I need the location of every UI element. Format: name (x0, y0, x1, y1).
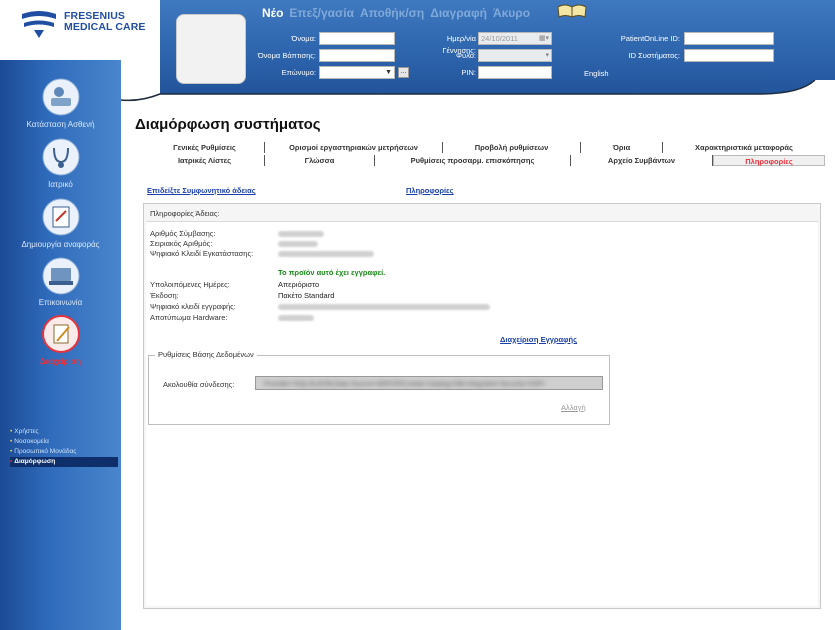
dob-value: 24/10/2011 (481, 34, 518, 43)
database-settings-group: Ρυθμίσεις Βάσης Δεδομένων Ακολουθία σύνδ… (148, 350, 610, 425)
connection-string-field: Provider=SQLOLEDB;Data Source=SERVER;Ini… (255, 376, 603, 390)
hardware-fingerprint-label: Αποτύπωμα Hardware: (150, 313, 228, 322)
install-key-label: Ψηφιακό Κλειδί Εγκατάστασης: (150, 249, 254, 258)
name-label: Όνομα: (291, 34, 316, 43)
tab-information[interactable]: Πληροφορίες (713, 155, 825, 166)
submenu-item-users[interactable]: • Χρήστες (10, 427, 118, 437)
tab-limits[interactable]: Όρια (581, 142, 663, 153)
tab-event-log[interactable]: Αρχείο Συμβάντων (571, 155, 713, 166)
tab-general-settings[interactable]: Γενικές Ρυθμίσεις (145, 142, 265, 153)
sidebar-item-medical[interactable]: Ιατρικό (0, 180, 121, 189)
administration-icon[interactable] (42, 315, 80, 353)
calendar-icon[interactable]: ▦▾ (539, 33, 549, 44)
submenu-item-unit-staff[interactable]: • Προσωπικό Μονάδας (10, 447, 118, 457)
tab-custom-view-settings[interactable]: Ρυθμίσεις προσαρμ. επισκόπησης (375, 155, 571, 166)
contract-number-label: Αριθμός Σύμβασης: (150, 229, 216, 238)
brand-name: FRESENIUS MEDICAL CARE (64, 11, 146, 33)
submenu-label: Προσωπικό Μονάδας (14, 448, 77, 455)
dropdown-arrow-icon: ▼ (385, 69, 392, 76)
cancel-button[interactable]: Άκυρο (493, 6, 530, 22)
sidebar-item-administration[interactable]: Διαχείριση (0, 357, 121, 366)
pin-field[interactable] (478, 66, 552, 79)
bullet-icon: • (10, 448, 13, 455)
sidebar-item-patient-status[interactable]: Κατάσταση Ασθενή (0, 120, 121, 129)
bullet-icon: • (10, 438, 13, 445)
license-panel-body: Αριθμός Σύμβασης: Σειριακός Αριθμός: Ψηφ… (146, 221, 818, 606)
registration-key-value (278, 304, 490, 310)
submenu-item-hospitals[interactable]: • Νοσοκομεία (10, 437, 118, 447)
submenu-label: Διαμόρφωση (14, 458, 56, 465)
serial-number-label: Σειριακός Αριθμός: (150, 239, 213, 248)
change-connection-link[interactable]: Αλλαγή (561, 403, 586, 412)
sex-label: Φύλο: (456, 51, 476, 60)
create-report-icon[interactable] (42, 198, 80, 236)
tab-language[interactable]: Γλώσσα (265, 155, 375, 166)
dob-label: Ημερ/νία Γέννησης: (442, 34, 476, 55)
license-agreement-link[interactable]: Επιδείξτε Συμφωνητικό άδειας (147, 186, 256, 195)
registered-message: Το προϊόν αυτό έχει εγγραφεί. (278, 268, 386, 277)
baptism-name-field[interactable] (319, 49, 395, 62)
surname-select[interactable]: ▼ (319, 66, 395, 79)
system-id-label: ID Συστήματος: (628, 51, 680, 60)
header-curve (119, 80, 835, 140)
license-panel: Πληροφορίες Άδειας: Αριθμός Σύμβασης: Σε… (143, 203, 821, 609)
install-key-value (278, 251, 374, 257)
submenu-label: Χρήστες (14, 428, 39, 435)
sidebar: Κατάσταση Ασθενή Ιατρικό Δημιουργία αναφ… (0, 60, 121, 630)
license-panel-title: Πληροφορίες Άδειας: (150, 209, 220, 218)
edition-label: Έκδοση: (150, 291, 179, 300)
surname-more-button[interactable]: ... (398, 67, 409, 78)
submenu-item-configuration[interactable]: • Διαμόρφωση (10, 457, 118, 467)
edit-button[interactable]: Επεξ/γασία (289, 6, 354, 22)
admin-submenu: • Χρήστες • Νοσοκομεία • Προσωπικό Μονάδας … (10, 427, 118, 467)
patient-photo[interactable] (176, 14, 246, 84)
name-field[interactable] (319, 32, 395, 45)
brand-line-2: MEDICAL CARE (64, 21, 146, 33)
medical-icon[interactable] (42, 138, 80, 176)
tab-medical-lists[interactable]: Ιατρικές Λίστες (145, 155, 265, 166)
language-label[interactable]: English (584, 69, 609, 78)
pin-label: PIN: (461, 68, 476, 77)
surname-label: Επώνυμο: (281, 68, 316, 77)
patient-online-id-label: PatientOnLine ID: (620, 34, 680, 43)
dropdown-arrow-icon: ▾ (545, 52, 549, 59)
delete-button[interactable]: Διαγραφή (430, 6, 487, 22)
patient-online-id-field[interactable] (684, 32, 774, 45)
bullet-icon: • (10, 428, 13, 435)
sidebar-item-create-report[interactable]: Δημιουργία αναφοράς (0, 240, 121, 249)
tab-row-2: Ιατρικές Λίστες Γλώσσα Ρυθμίσεις προσαρμ… (145, 155, 825, 166)
baptism-name-label: Όνομα Βάπτισης: (257, 51, 316, 60)
fresenius-logo-icon (22, 11, 56, 38)
database-settings-legend: Ρυθμίσεις Βάσης Δεδομένων (155, 350, 257, 359)
new-button[interactable]: Νέο (262, 6, 283, 22)
connection-string-label: Ακολουθία σύνδεσης: (163, 380, 235, 389)
sidebar-item-communication[interactable]: Επικοινωνία (0, 298, 121, 307)
edition-value: Πακέτο Standard (278, 291, 335, 300)
manage-registration-link[interactable]: Διαχείριση Εγγραφής (500, 335, 577, 344)
sex-select[interactable]: ▾ (478, 49, 552, 62)
remaining-days-label: Υπολοιπόμενες Ημέρες: (150, 280, 230, 289)
tab-lab-measurements[interactable]: Ορισμοί εργαστηριακών μετρήσεων (265, 142, 443, 153)
bullet-icon: • (10, 458, 13, 465)
tab-row-1: Γενικές Ρυθμίσεις Ορισμοί εργαστηριακών … (145, 142, 825, 153)
connection-string-value: Provider=SQLOLEDB;Data Source=SERVER;Ini… (264, 381, 545, 388)
submenu-label: Νοσοκομεία (14, 438, 49, 445)
dob-field[interactable]: 24/10/2011 ▦▾ (478, 32, 552, 45)
hardware-fingerprint-value (278, 315, 314, 321)
contract-number-value (278, 231, 324, 237)
save-button[interactable]: Αποθήκ/ση (360, 6, 424, 22)
serial-number-value (278, 241, 318, 247)
registration-key-label: Ψηφιακό κλειδί εγγραφής: (150, 302, 236, 311)
top-menu: Νέο Επεξ/γασία Αποθήκ/ση Διαγραφή Άκυρο (262, 6, 530, 22)
system-id-field[interactable] (684, 49, 774, 62)
tab-transfer-characteristics[interactable]: Χαρακτηριστικά μεταφοράς (663, 142, 825, 153)
tab-view-settings[interactable]: Προβολή ρυθμίσεων (443, 142, 581, 153)
book-icon[interactable] (556, 3, 588, 19)
patient-status-icon[interactable] (42, 78, 80, 116)
communication-icon[interactable] (42, 257, 80, 295)
remaining-days-value: Απεριόριστο (278, 280, 320, 289)
page-title: Διαμόρφωση συστήματος (135, 116, 321, 133)
info-link[interactable]: Πληροφορίες (406, 186, 454, 195)
